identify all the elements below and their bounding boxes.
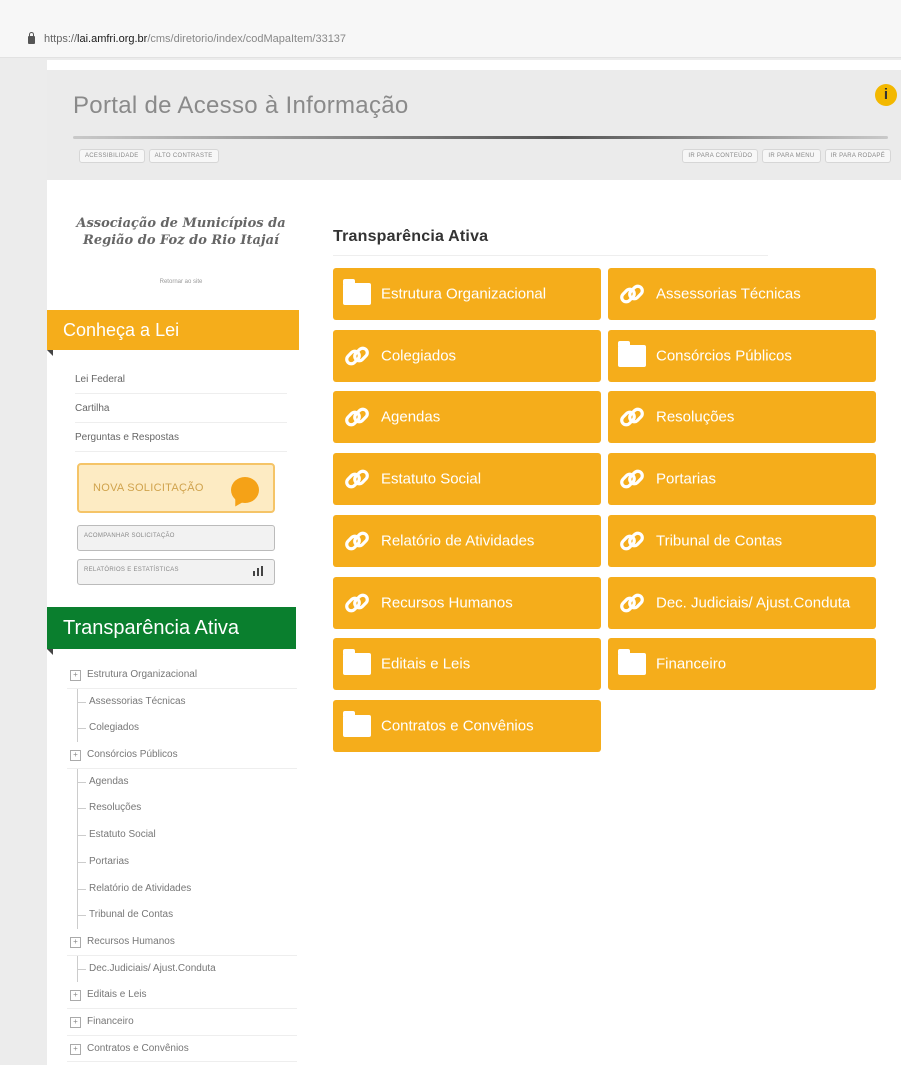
tile-label: Portarias: [656, 470, 717, 488]
site-title[interactable]: Portal de Acesso à Informação: [73, 92, 409, 120]
tile-label: Consórcios Públicos: [656, 347, 792, 365]
tile-label: Estatuto Social: [381, 470, 482, 488]
tile-label: Resoluções: [656, 408, 735, 426]
tile-estatuto-social[interactable]: Estatuto Social: [333, 453, 601, 506]
law-item-lei-federal[interactable]: Lei Federal: [75, 365, 287, 394]
law-list: Lei Federal Cartilha Perguntas e Respost…: [75, 365, 287, 452]
chat-bubble-icon: [231, 477, 259, 503]
link-icon: [618, 465, 646, 493]
link-icon: [343, 527, 371, 555]
high-contrast-button[interactable]: ALTO CONTRASTE: [148, 149, 219, 163]
tree-item[interactable]: Recursos Humanos: [67, 929, 297, 956]
folder-icon: [343, 279, 371, 305]
new-request-label: NOVA SOLICITAÇÃO: [93, 482, 204, 494]
link-icon: [343, 403, 371, 431]
return-to-site-link[interactable]: Retornar ao site: [61, 279, 301, 285]
tile-label: Contratos e Convênios: [381, 717, 534, 735]
tree-item[interactable]: Estrutura Organizacional: [67, 662, 297, 689]
folder-icon: [618, 649, 646, 676]
track-request-button[interactable]: ACOMPANHAR SOLICITAÇÃO: [77, 525, 275, 551]
tile-relat-rio-de-atividades[interactable]: Relatório de Atividades: [333, 514, 601, 567]
link-icon: [343, 589, 371, 617]
tile-dec-judiciais-ajust-conduta[interactable]: Dec. Judiciais/ Ajust.Conduta: [608, 576, 876, 629]
tile-label: Tribunal de Contas: [656, 532, 783, 550]
tree-item[interactable]: Relatório de Atividades: [67, 875, 297, 903]
tile-cons-rcios-p-blicos[interactable]: Consórcios Públicos: [608, 329, 876, 382]
tree-item[interactable]: Contratos e Convênios: [67, 1036, 297, 1063]
page: Portal de Acesso à Informação i ACESSIBI…: [47, 60, 901, 1065]
law-item-perguntas[interactable]: Perguntas e Respostas: [75, 423, 287, 452]
org-name[interactable]: Associação de Municípios da Região do Fo…: [61, 215, 301, 249]
law-heading: Conheça a Lei: [47, 310, 299, 356]
tile-contratos-e-conv-nios[interactable]: Contratos e Convênios: [333, 699, 601, 752]
tile-label: Assessorias Técnicas: [656, 285, 801, 303]
lock-icon: [28, 32, 35, 44]
tile-portarias[interactable]: Portarias: [608, 453, 876, 506]
tile-label: Recursos Humanos: [381, 594, 513, 611]
tile-label: Financeiro: [656, 655, 727, 673]
folder-icon: [618, 340, 646, 367]
link-icon: [618, 280, 646, 308]
tile-label: Colegiados: [381, 347, 457, 365]
url-host: lai.amfri.org.br: [77, 33, 148, 45]
tree-item[interactable]: Agendas: [67, 768, 297, 796]
accessibility-links: ACESSIBILIDADE ALTO CONTRASTE: [79, 149, 219, 163]
tree-item[interactable]: Tribunal de Contas: [67, 902, 297, 929]
url-path: /cms/diretorio/index/codMapaItem/33137: [147, 33, 347, 45]
transparency-heading: Transparência Ativa: [47, 607, 296, 655]
reports-label: RELATÓRIOS E ESTATÍSTICAS: [84, 567, 179, 573]
track-request-label: ACOMPANHAR SOLICITAÇÃO: [84, 533, 175, 539]
tree-item[interactable]: Assessorias Técnicas: [67, 688, 297, 716]
tree-item[interactable]: Portarias: [67, 848, 297, 876]
law-item-cartilha[interactable]: Cartilha: [75, 394, 287, 423]
tile-editais-e-leis[interactable]: Editais e Leis: [333, 638, 601, 691]
folder-icon: [343, 710, 371, 737]
link-icon: [618, 589, 646, 617]
tree-item[interactable]: Resoluções: [67, 795, 297, 822]
link-icon: [343, 342, 371, 370]
tile-financeiro[interactable]: Financeiro: [608, 638, 876, 691]
tile-resolu-es[interactable]: Resoluções: [608, 391, 876, 444]
skip-links: IR PARA CONTEÚDO IR PARA MENU IR PARA RO…: [682, 149, 891, 163]
info-icon[interactable]: i: [875, 84, 897, 106]
transparency-tree: Estrutura OrganizacionalAssessorias Técn…: [67, 662, 297, 1063]
link-icon: [618, 403, 646, 431]
tile-label: Relatório de Atividades: [381, 532, 535, 550]
skip-to-content-link[interactable]: IR PARA CONTEÚDO: [682, 149, 759, 163]
tile-assessorias-t-cnicas[interactable]: Assessorias Técnicas: [608, 268, 876, 320]
skip-to-footer-link[interactable]: IR PARA RODAPÉ: [824, 149, 891, 163]
tile-estrutura-organizacional[interactable]: Estrutura Organizacional: [333, 268, 601, 320]
tree-item[interactable]: Consórcios Públicos: [67, 742, 297, 769]
tile-label: Editais e Leis: [381, 655, 471, 673]
tree-item[interactable]: Dec.Judiciais/ Ajust.Conduta: [67, 955, 297, 983]
tile-colegiados[interactable]: Colegiados: [333, 329, 601, 382]
link-icon: [343, 465, 371, 493]
site-header: Portal de Acesso à Informação i ACESSIBI…: [47, 70, 901, 180]
folder-icon: [343, 649, 371, 676]
new-request-button[interactable]: NOVA SOLICITAÇÃO: [77, 463, 275, 513]
url-scheme: https://: [44, 33, 78, 45]
tree-item[interactable]: Editais e Leis: [67, 982, 297, 1009]
tree-item[interactable]: Financeiro: [67, 1009, 297, 1036]
header-divider: [73, 136, 888, 139]
tile-tribunal-de-contas[interactable]: Tribunal de Contas: [608, 514, 876, 567]
tree-item[interactable]: Estatuto Social: [67, 822, 297, 849]
tile-label: Estrutura Organizacional: [381, 285, 547, 303]
reports-button[interactable]: RELATÓRIOS E ESTATÍSTICAS: [77, 559, 275, 585]
skip-to-menu-link[interactable]: IR PARA MENU: [762, 149, 821, 163]
tile-agendas[interactable]: Agendas: [333, 391, 601, 444]
browser-address-bar[interactable]: https://lai.amfri.org.br/cms/diretorio/i…: [0, 0, 901, 58]
main-title: Transparência Ativa: [333, 228, 770, 256]
accessibility-button[interactable]: ACESSIBILIDADE: [79, 149, 145, 163]
tile-recursos-humanos[interactable]: Recursos Humanos: [333, 576, 601, 629]
tile-label: Dec. Judiciais/ Ajust.Conduta: [656, 594, 851, 611]
address-url[interactable]: https://lai.amfri.org.br/cms/diretorio/i…: [44, 33, 346, 45]
link-icon: [618, 527, 646, 555]
bar-chart-icon: [253, 566, 263, 576]
tile-label: Agendas: [381, 408, 441, 426]
tree-item[interactable]: Colegiados: [67, 715, 297, 742]
